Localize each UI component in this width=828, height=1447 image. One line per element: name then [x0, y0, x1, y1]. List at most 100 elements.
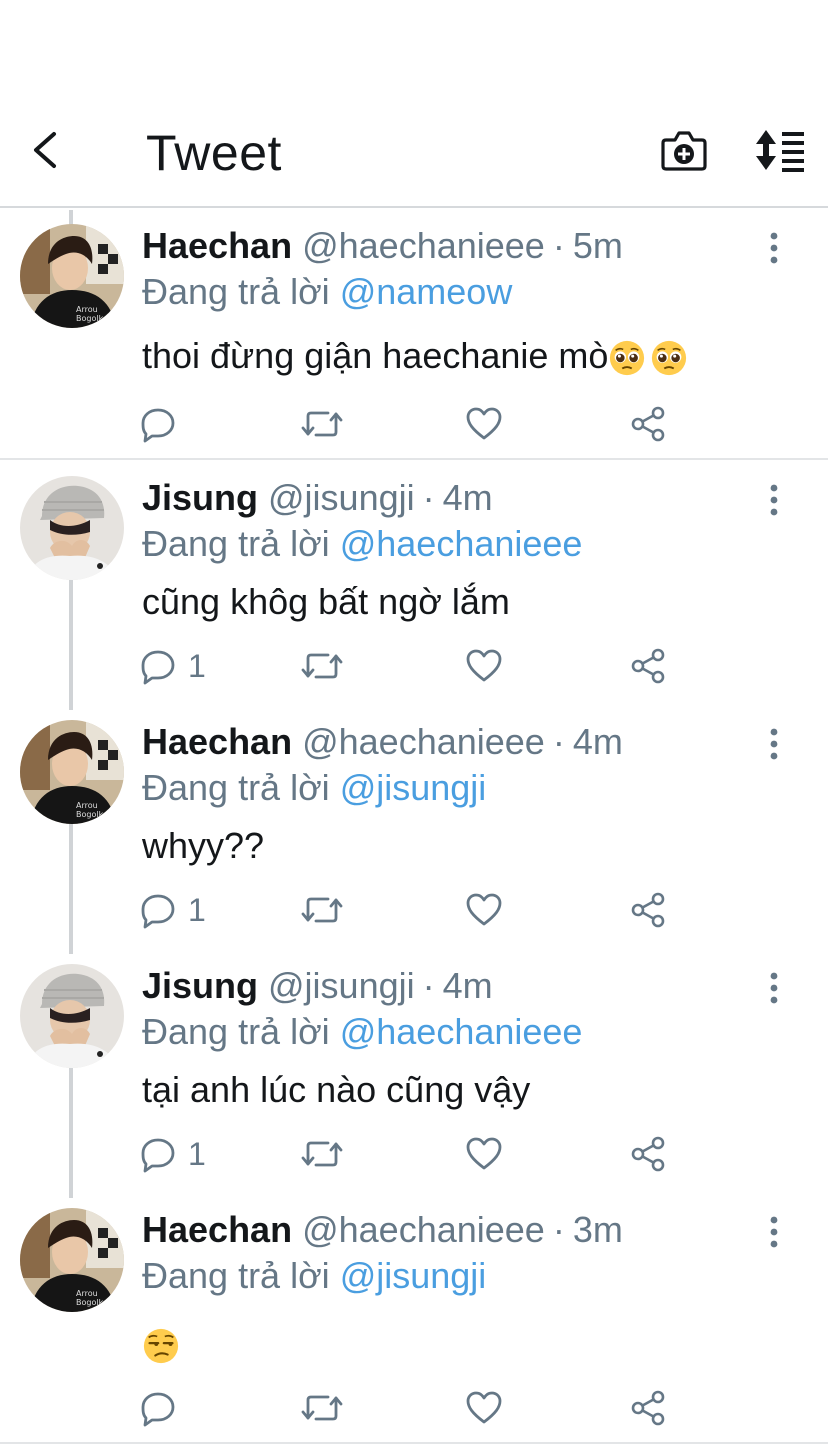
separator-dot: ·	[422, 965, 435, 1006]
more-vertical-icon	[756, 228, 792, 268]
chevron-left-icon	[34, 132, 56, 168]
more-options-button[interactable]	[756, 724, 792, 764]
retweet-button[interactable]	[300, 888, 344, 932]
share-button[interactable]	[628, 1132, 668, 1176]
share-button[interactable]	[628, 888, 668, 932]
reply-count: 1	[188, 1136, 206, 1172]
heart-icon	[464, 890, 504, 930]
replying-to-handle[interactable]: @jisungji	[340, 1255, 487, 1296]
reply-count: 1	[188, 892, 206, 928]
more-vertical-icon	[756, 1212, 792, 1252]
tweet-text-content: thoi đừng giận haechanie mò	[142, 335, 609, 376]
comment-icon	[138, 646, 178, 686]
retweet-button[interactable]	[300, 1386, 344, 1430]
comment-icon	[138, 404, 178, 444]
avatar[interactable]	[20, 476, 124, 580]
tweet-header: Haechan @haechanieee · 3m	[142, 1208, 623, 1252]
more-options-button[interactable]	[756, 480, 792, 520]
share-button[interactable]	[628, 1386, 668, 1430]
retweet-icon	[300, 1134, 344, 1174]
like-button[interactable]	[464, 1132, 504, 1176]
separator-dot: ·	[552, 1209, 565, 1250]
reply-button[interactable]	[138, 1386, 188, 1430]
camera-plus-icon	[661, 131, 707, 171]
retweet-button[interactable]	[300, 402, 344, 446]
replying-to-label: Đang trả lời	[142, 271, 330, 312]
tweet-thread-screen: Tweet Haechan @haechanieee · 5m Đang trả…	[0, 0, 828, 1447]
tweet-text: tại anh lúc nào cũng vậy	[142, 1069, 531, 1110]
timestamp: 4m	[442, 965, 493, 1006]
author-name[interactable]: Haechan	[142, 721, 292, 762]
timestamp: 4m	[442, 477, 493, 518]
share-icon	[628, 404, 668, 444]
more-options-button[interactable]	[756, 968, 792, 1008]
share-button[interactable]	[628, 644, 668, 688]
replying-to-label: Đang trả lời	[142, 1255, 330, 1296]
more-options-button[interactable]	[756, 1212, 792, 1252]
author-handle: @haechanieee	[302, 225, 545, 266]
more-vertical-icon	[756, 968, 792, 1008]
author-name[interactable]: Jisung	[142, 965, 258, 1006]
avatar-image	[20, 1208, 124, 1312]
avatar[interactable]	[20, 964, 124, 1068]
author-name[interactable]: Haechan	[142, 1209, 292, 1250]
more-options-button[interactable]	[756, 228, 792, 268]
like-button[interactable]	[464, 888, 504, 932]
replying-to-handle[interactable]: @jisungji	[340, 767, 487, 808]
comment-icon	[138, 890, 178, 930]
tweet-item[interactable]: Jisung @jisungji · 4m Đang trả lời @haechan…	[0, 462, 828, 706]
tweet-item[interactable]: Haechan @haechanieee · 3m Đang trả lời @jis…	[0, 1194, 828, 1442]
avatar-image	[20, 720, 124, 824]
share-button[interactable]	[628, 402, 668, 446]
tweet-actions	[138, 402, 698, 446]
author-handle: @haechanieee	[302, 721, 545, 762]
tweet-text: cũng khôg bất ngờ lắm	[142, 581, 510, 622]
heart-icon	[464, 404, 504, 444]
tweet-item[interactable]: Jisung @jisungji · 4m Đang trả lời @haechan…	[0, 950, 828, 1194]
heart-icon	[464, 1388, 504, 1428]
retweet-button[interactable]	[300, 1132, 344, 1176]
like-button[interactable]	[464, 644, 504, 688]
retweet-icon	[300, 1388, 344, 1428]
tweet-actions	[138, 1386, 698, 1430]
tweet-text: thoi đừng giận haechanie mò	[142, 334, 688, 378]
avatar[interactable]	[20, 1208, 124, 1312]
author-name[interactable]: Jisung	[142, 477, 258, 518]
replying-to: Đang trả lời @haechanieee	[142, 1010, 582, 1054]
tweet-text	[142, 1322, 180, 1366]
camera-button[interactable]	[660, 128, 708, 172]
replying-to: Đang trả lời @jisungji	[142, 766, 486, 810]
replying-to-handle[interactable]: @haechanieee	[340, 523, 583, 564]
separator-dot: ·	[422, 477, 435, 518]
avatar[interactable]	[20, 720, 124, 824]
tweet-header: Haechan @haechanieee · 4m	[142, 720, 623, 764]
like-button[interactable]	[464, 402, 504, 446]
pleading-face-emoji-icon	[650, 339, 688, 377]
like-button[interactable]	[464, 1386, 504, 1430]
replying-to-handle[interactable]: @nameow	[340, 271, 513, 312]
sort-button[interactable]	[752, 128, 808, 172]
tweet-actions: 1	[138, 1132, 698, 1176]
heart-icon	[464, 1134, 504, 1174]
retweet-icon	[300, 404, 344, 444]
tweet-item[interactable]: Haechan @haechanieee · 5m Đang trả lời @nam…	[0, 210, 828, 458]
reply-button[interactable]: 1	[138, 888, 206, 932]
reply-button[interactable]	[138, 402, 188, 446]
divider	[0, 1442, 828, 1444]
replying-to-handle[interactable]: @haechanieee	[340, 1011, 583, 1052]
avatar[interactable]	[20, 224, 124, 328]
author-name[interactable]: Haechan	[142, 225, 292, 266]
avatar-image	[20, 476, 124, 580]
reply-count: 1	[188, 648, 206, 684]
tweet-header: Jisung @jisungji · 4m	[142, 476, 493, 520]
reply-button[interactable]: 1	[138, 1132, 206, 1176]
pleading-face-emoji-icon	[608, 339, 646, 377]
retweet-button[interactable]	[300, 644, 344, 688]
back-button[interactable]	[22, 126, 70, 174]
author-handle: @jisungji	[268, 477, 415, 518]
divider	[0, 458, 828, 460]
reply-button[interactable]: 1	[138, 644, 206, 688]
tweet-item[interactable]: Haechan @haechanieee · 4m Đang trả lời @jis…	[0, 706, 828, 950]
avatar-image	[20, 964, 124, 1068]
replying-to-label: Đang trả lời	[142, 1011, 330, 1052]
